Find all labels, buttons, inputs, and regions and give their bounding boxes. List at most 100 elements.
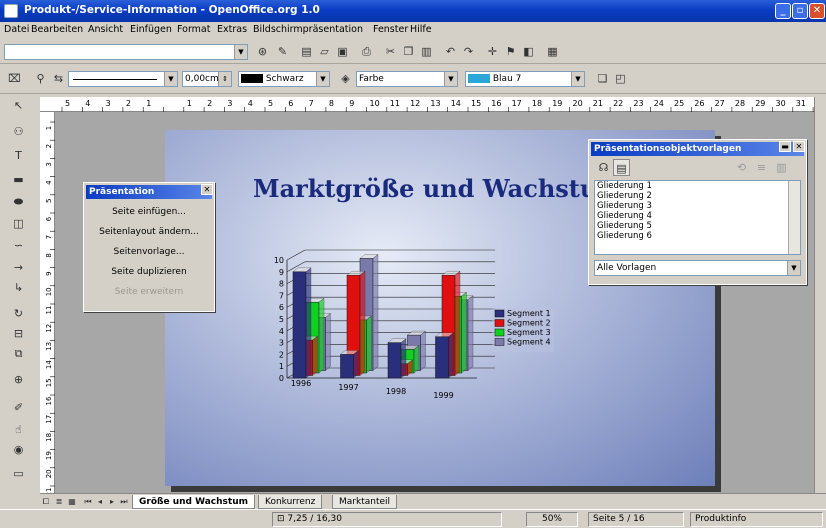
- datasources-icon[interactable]: ▦: [544, 43, 561, 60]
- style-item[interactable]: Gliederung 5: [595, 221, 800, 231]
- area-icon[interactable]: ◰: [612, 70, 629, 87]
- line-tool-icon[interactable]: →: [10, 259, 27, 276]
- edit-file-icon[interactable]: ✎: [274, 43, 291, 60]
- maximize-icon[interactable]: ▬: [779, 141, 791, 152]
- tab-konkurrenz[interactable]: Konkurrenz: [258, 495, 323, 509]
- close-icon[interactable]: ✕: [793, 141, 805, 152]
- menu-bildschirmpraesentation[interactable]: Bildschirmpräsentation: [253, 24, 363, 35]
- line-color-combo[interactable]: Schwarz ▼: [238, 71, 330, 87]
- drawing-view-icon[interactable]: ⧠: [40, 494, 52, 509]
- print-icon[interactable]: ⎙: [358, 43, 375, 60]
- 3d-effects-icon[interactable]: ◉: [10, 441, 27, 458]
- slide-title[interactable]: Marktgröße und Wachstu: [253, 174, 597, 203]
- maximize-button[interactable]: ▫: [792, 3, 808, 19]
- curve-icon[interactable]: ∽: [10, 237, 27, 254]
- menu-einfuegen[interactable]: Einfügen: [130, 24, 172, 35]
- tab-groesse-wachstum[interactable]: Größe und Wachstum: [132, 495, 255, 509]
- stylist-panel-title[interactable]: Präsentationsobjektvorlagen: [591, 142, 804, 156]
- save-icon[interactable]: ▣: [334, 43, 351, 60]
- update-style-icon[interactable]: ▥: [773, 159, 790, 176]
- style-item[interactable]: Gliederung 2: [595, 191, 800, 201]
- spin-icon[interactable]: ⇕: [218, 72, 231, 86]
- outline-view-icon[interactable]: ≣: [53, 494, 65, 509]
- ellipse-icon[interactable]: ⬬: [10, 193, 27, 210]
- new-document-icon[interactable]: ▤: [298, 43, 315, 60]
- chevron-down-icon[interactable]: ▼: [571, 72, 584, 86]
- url-combo[interactable]: ▼: [4, 44, 248, 60]
- stop-icon[interactable]: ⊛: [254, 43, 271, 60]
- first-tab-icon[interactable]: ⏮: [82, 494, 94, 509]
- menu-format[interactable]: Format: [177, 24, 210, 35]
- interaction-icon[interactable]: ☝: [10, 421, 27, 438]
- chevron-down-icon[interactable]: ▼: [787, 261, 800, 275]
- close-icon[interactable]: ✕: [201, 184, 213, 195]
- style-item[interactable]: Gliederung 1: [595, 181, 800, 191]
- rectangle-icon[interactable]: ▬: [10, 171, 27, 188]
- line-icon[interactable]: ⚲: [32, 70, 49, 87]
- fill-color-combo[interactable]: Blau 7 ▼: [465, 71, 585, 87]
- fill-format-icon[interactable]: ⟲: [733, 159, 750, 176]
- style-item[interactable]: Gliederung 4: [595, 211, 800, 221]
- chevron-down-icon[interactable]: ▼: [444, 72, 457, 86]
- zoom-icon[interactable]: ⚇: [10, 123, 27, 140]
- open-folder-icon[interactable]: ▱: [316, 43, 333, 60]
- bar[interactable]: [340, 354, 354, 379]
- select-icon[interactable]: ↖: [10, 97, 27, 114]
- insert-icon[interactable]: ⊕: [10, 371, 27, 388]
- zoom-field[interactable]: 50%: [526, 512, 578, 527]
- tab-marktanteil[interactable]: Marktanteil: [332, 495, 398, 509]
- line-width-field[interactable]: 0,00cm ⇕: [182, 71, 232, 87]
- effects-icon[interactable]: ✐: [10, 399, 27, 416]
- style-filter-combo[interactable]: Alle Vorlagen ▼: [594, 260, 801, 276]
- line-style-combo[interactable]: ▼: [68, 71, 178, 87]
- chevron-down-icon[interactable]: ▼: [164, 72, 177, 86]
- arrange-icon[interactable]: ⧉: [10, 345, 27, 362]
- bar-chart[interactable]: 0123456789101996 1997 1998 1999Segment 1Seg…: [265, 238, 565, 418]
- bar[interactable]: [292, 271, 307, 379]
- style-item[interactable]: Gliederung 3: [595, 201, 800, 211]
- connector-icon[interactable]: ↳: [10, 279, 27, 296]
- alignment-icon[interactable]: ⊟: [10, 325, 27, 342]
- cut-icon[interactable]: ✂: [382, 43, 399, 60]
- rotate-icon[interactable]: ↻: [10, 305, 27, 322]
- 3d-object-icon[interactable]: ◫: [10, 215, 27, 232]
- menu-extras[interactable]: Extras: [217, 24, 247, 35]
- chevron-down-icon[interactable]: ▼: [234, 45, 247, 59]
- menu-fenster[interactable]: Fenster: [373, 24, 408, 35]
- right-scrollbar[interactable]: [814, 97, 826, 493]
- bar[interactable]: [435, 336, 449, 379]
- gallery-icon[interactable]: ◧: [520, 43, 537, 60]
- menu-ansicht[interactable]: Ansicht: [88, 24, 123, 35]
- menu-item-seitenlayout[interactable]: Seitenlayout ändern...: [84, 227, 214, 237]
- minimize-button[interactable]: _: [775, 3, 791, 19]
- slide-workarea[interactable]: Marktgröße und Wachstu 0 1 2 3 4 5 6 7 8 9 10 1996 1…: [55, 112, 814, 493]
- menu-datei[interactable]: Datei: [4, 24, 29, 35]
- presentation-styles-icon[interactable]: ▤: [613, 159, 630, 176]
- slide-sorter-icon[interactable]: ▦: [66, 494, 78, 509]
- copy-icon[interactable]: ❐: [400, 43, 417, 60]
- horizontal-ruler[interactable]: 5 4 3 2 1 1 2 3 4 5 6 7 8 9 10 11 12 13 14 15 16 17 18 19 20 21 22…: [40, 97, 826, 112]
- style-list-scrollbar[interactable]: [788, 181, 800, 254]
- menu-item-seite-einfuegen[interactable]: Seite einfügen...: [84, 207, 214, 217]
- shadow-icon[interactable]: ❏: [594, 70, 611, 87]
- prev-tab-icon[interactable]: ◂: [94, 494, 106, 509]
- paste-icon[interactable]: ▥: [418, 43, 435, 60]
- text-icon[interactable]: T: [10, 147, 27, 164]
- redo-icon[interactable]: ↷: [460, 43, 477, 60]
- style-item[interactable]: Gliederung 6: [595, 231, 800, 241]
- bar[interactable]: [387, 342, 402, 379]
- style-list[interactable]: Gliederung 1 Gliederung 2 Gliederung 3 G…: [594, 180, 801, 255]
- menu-item-seitenvorlage[interactable]: Seitenvorlage...: [84, 247, 214, 257]
- last-tab-icon[interactable]: ⏭: [118, 494, 130, 509]
- fill-bucket-icon[interactable]: ◈: [337, 70, 354, 87]
- slide-show-icon[interactable]: ▭: [10, 465, 27, 482]
- fill-type-combo[interactable]: Farbe ▼: [356, 71, 458, 87]
- vertical-ruler[interactable]: 1 2 3 4 5 6 7 8 9 10 11 12 13 14 15 16 17 18 19 20 21: [40, 112, 55, 498]
- close-button[interactable]: ✕: [809, 3, 825, 19]
- graphics-styles-icon[interactable]: ☊: [595, 159, 612, 176]
- object-properties-icon[interactable]: ⌧: [6, 70, 23, 87]
- navigator-icon[interactable]: ✛: [484, 43, 501, 60]
- presentation-panel-title[interactable]: Präsentation: [86, 185, 212, 199]
- menu-item-seite-duplizieren[interactable]: Seite duplizieren: [84, 267, 214, 277]
- menu-bearbeiten[interactable]: Bearbeiten: [31, 24, 83, 35]
